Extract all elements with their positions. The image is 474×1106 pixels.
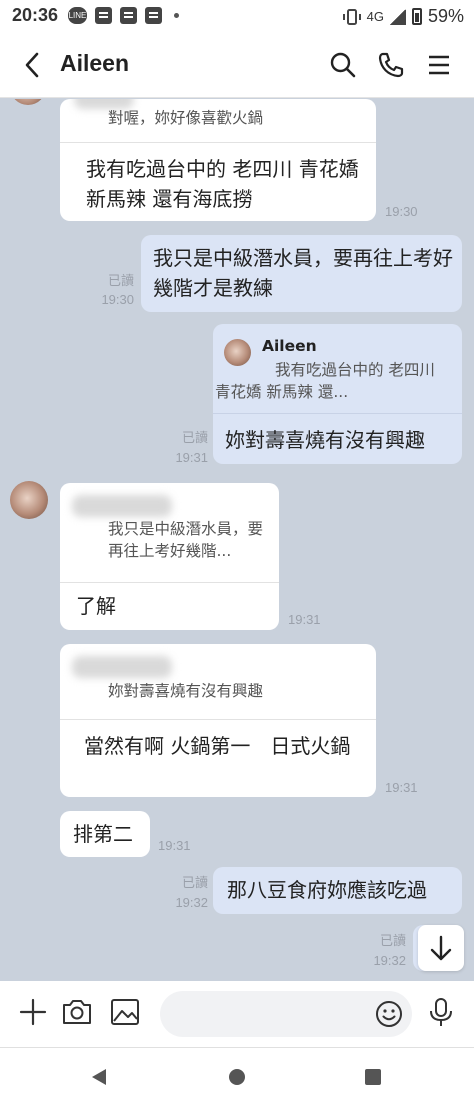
read-status: 已讀 [107,273,134,288]
status-time: 20:36 [12,5,59,25]
message-time: 19:31 [158,838,191,853]
status-bar: 20:36 LINE 4G 59% [0,0,474,32]
arrow-down-icon [430,935,452,961]
search-icon[interactable] [328,50,358,80]
message-input-bar [0,981,474,1047]
message-text: 當然有啊 火鍋第一 日式火鍋 [84,734,351,758]
nav-back-icon[interactable] [88,1066,110,1088]
line-notification-icon: LINE [68,7,87,24]
message-time: 19:31 [175,450,208,465]
message-text: 我有吃過台中的 老四川 青花嬌 新馬辣 還有海底撈 [86,157,359,211]
avatar[interactable] [10,99,46,105]
reply-quote[interactable]: 妳對壽喜燒有沒有興趣 [60,644,376,720]
message-text: 了解 [76,594,116,618]
incoming-message[interactable]: 妳對壽喜燒有沒有興趣 當然有啊 火鍋第一 日式火鍋 [60,644,376,797]
outgoing-message[interactable]: Aileen 我有吃過台中的 老四川 青花嬌 新馬辣 還... 妳對壽喜燒有沒有… [213,324,462,464]
battery-icon [411,8,422,25]
message-time: 19:30 [385,204,418,219]
message-time: 19:31 [288,612,321,627]
message-text: 排第二 [73,822,133,846]
nav-home-icon[interactable] [226,1066,248,1088]
avatar[interactable] [10,481,48,519]
quote-text: 我只是中級潛水員，要再往上考好幾階... [108,520,264,560]
message-notification-icon [145,7,162,24]
chat-header: Aileen [0,32,474,98]
camera-icon[interactable] [60,995,94,1029]
chat-title: Aileen [60,50,130,76]
message-time: 19:30 [101,292,134,307]
blurred-name [72,495,172,517]
quote-sender-name: Aileen [262,337,317,355]
message-text: 我只是中級潛水員，要再往上考好幾階才是教練 [153,246,453,300]
incoming-message[interactable]: 對喔，妳好像喜歡火鍋 我有吃過台中的 老四川 青花嬌 新馬辣 還有海底撈 [60,99,376,221]
quote-text-value: 我有吃過台中的 老四川 青花嬌 新馬辣 還... [215,361,435,401]
back-arrow-icon[interactable] [18,50,48,80]
plus-icon[interactable] [16,995,50,1029]
read-status: 已讀 [181,430,208,445]
blurred-name [72,656,172,678]
message-text: 妳對壽喜燒有沒有興趣 [225,428,425,452]
chat-area[interactable]: 對喔，妳好像喜歡火鍋 我有吃過台中的 老四川 青花嬌 新馬辣 還有海底撈 19:… [0,99,474,981]
document-notification-icon [95,7,112,24]
more-notifications-dot [174,13,179,18]
reply-quote[interactable]: 我只是中級潛水員，要再往上考好幾階... [60,483,279,583]
quote-text: 對喔，妳好像喜歡火鍋 [108,109,264,127]
incoming-message[interactable]: 排第二 [60,811,150,857]
incoming-message[interactable]: 我只是中級潛水員，要再往上考好幾階... 了解 [60,483,279,630]
signal-icon [389,8,406,25]
read-status: 已讀 [181,875,208,890]
battery-percent: 59% [427,6,464,26]
image-icon[interactable] [108,995,142,1029]
quote-text: 妳對壽喜燒有沒有興趣 [108,682,264,700]
nav-recents-icon[interactable] [362,1066,384,1088]
notification-icons: LINE [68,7,179,24]
scroll-to-bottom-button[interactable] [418,925,464,971]
message-text: 那八豆食府妳應該吃過 [227,878,427,902]
microphone-icon[interactable] [424,995,458,1029]
emoji-icon[interactable] [374,999,404,1029]
system-icons: 4G 59% [342,6,464,27]
outgoing-message[interactable]: 那八豆食府妳應該吃過 [213,867,462,914]
network-type: 4G [366,9,384,24]
message-time: 19:32 [175,895,208,910]
message-notification-icon [120,7,137,24]
system-navigation-bar [0,1047,474,1106]
reply-quote[interactable]: Aileen 我有吃過台中的 老四川 青花嬌 新馬辣 還... [213,324,462,414]
message-time: 19:31 [385,780,418,795]
message-time: 19:32 [373,953,406,968]
read-status: 已讀 [379,933,406,948]
reply-quote[interactable]: 對喔，妳好像喜歡火鍋 [60,99,376,143]
vibrate-icon [342,8,361,25]
quote-text: 我有吃過台中的 老四川 青花嬌 新馬辣 還... [215,359,437,403]
menu-icon[interactable] [424,50,454,80]
phone-icon[interactable] [376,50,406,80]
outgoing-message[interactable]: 我只是中級潛水員，要再往上考好幾階才是教練 [141,235,462,312]
